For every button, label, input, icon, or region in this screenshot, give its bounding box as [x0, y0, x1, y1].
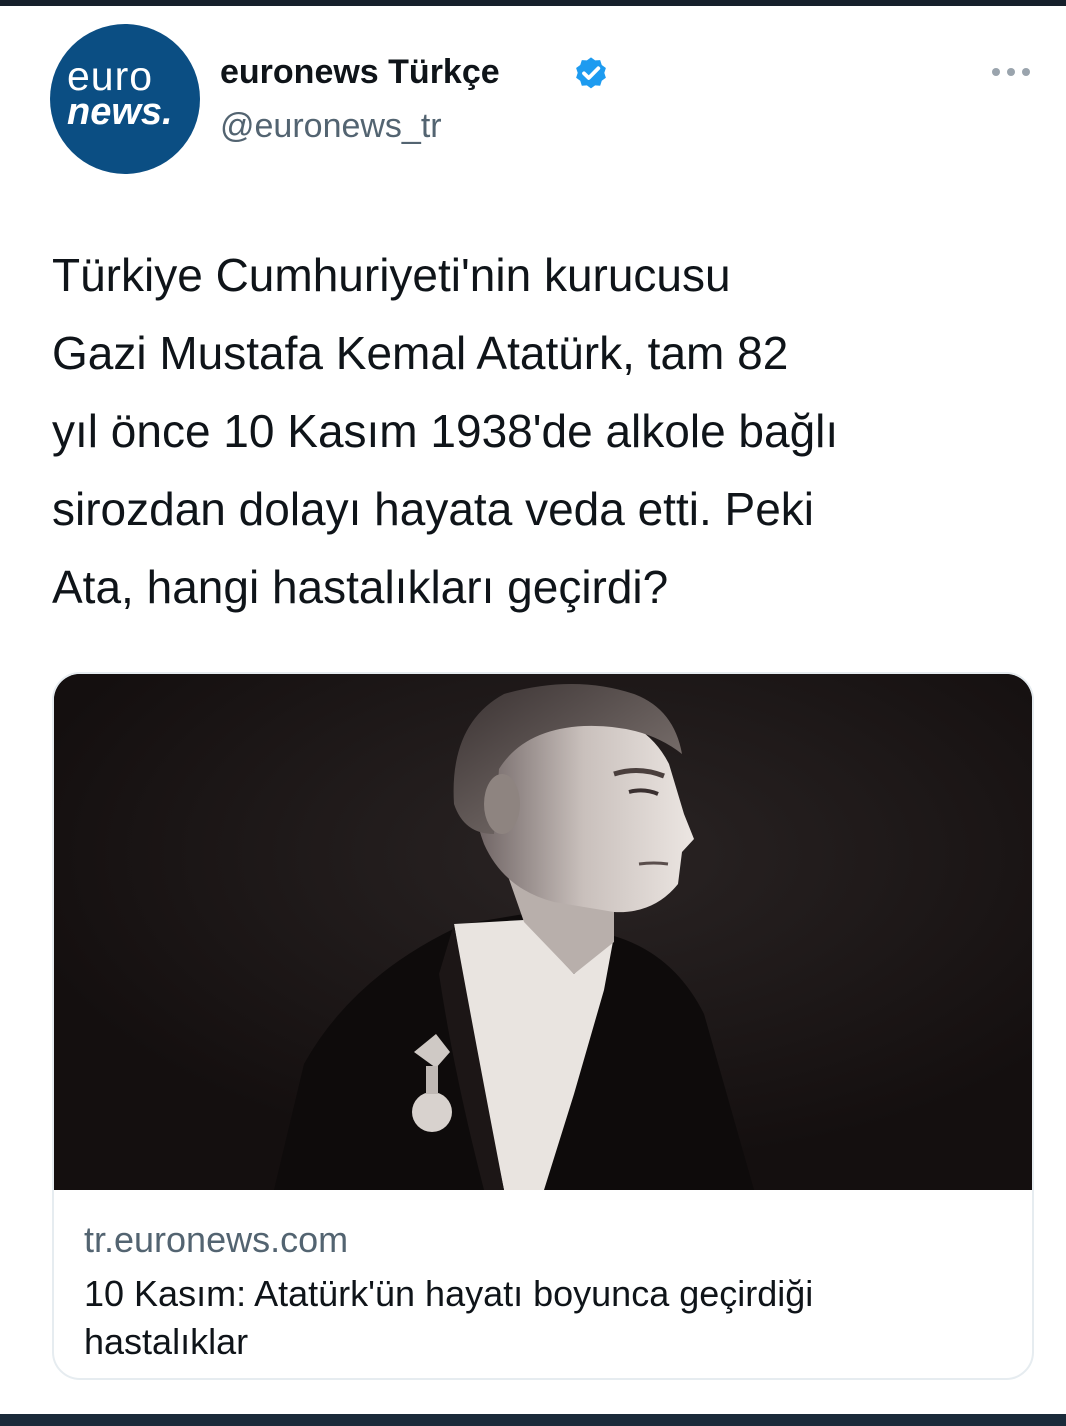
link-card-title: 10 Kasım: Atatürk'ün hayatı boyunca geçi…: [84, 1270, 1004, 1366]
avatar-logo-line2: news.: [67, 91, 173, 133]
tweet-text-line: Gazi Mustafa Kemal Atatürk, tam 82: [52, 327, 789, 379]
bottom-edge-strip: [0, 1414, 1066, 1426]
link-card-domain: tr.euronews.com: [84, 1219, 349, 1260]
more-horizontal-icon: [1022, 68, 1030, 76]
portrait-photo-image: [54, 674, 1032, 1190]
tweet-text-line: Türkiye Cumhuriyeti'nin kurucusu: [52, 249, 731, 301]
tweet-text-line: yıl önce 10 Kasım 1938'de alkole bağlı: [52, 405, 839, 457]
link-card-title-line: hastalıklar: [84, 1321, 249, 1362]
link-card-image[interactable]: [54, 674, 1032, 1190]
avatar[interactable]: euro news.: [50, 24, 200, 174]
link-preview-card[interactable]: tr.euronews.com 10 Kasım: Atatürk'ün hay…: [52, 672, 1034, 1380]
tweet-text: Türkiye Cumhuriyeti'nin kurucusu Gazi Mu…: [52, 236, 1042, 626]
more-horizontal-icon: [1007, 68, 1015, 76]
display-name[interactable]: euronews Türkçe: [220, 52, 500, 92]
more-options-button[interactable]: [990, 58, 1034, 88]
user-handle[interactable]: @euronews_tr: [220, 106, 442, 146]
tweet: euro news. euronews Türkçe @euronews_tr …: [0, 6, 1066, 1414]
link-card-title-line: 10 Kasım: Atatürk'ün hayatı boyunca geçi…: [84, 1273, 814, 1314]
more-horizontal-icon: [992, 68, 1000, 76]
tweet-text-line: sirozdan dolayı hayata veda etti. Peki: [52, 483, 815, 535]
avatar-logo-line1: euro: [67, 53, 154, 99]
tweet-text-line: Ata, hangi hastalıkları geçirdi?: [52, 561, 669, 613]
verified-badge-icon: [576, 57, 606, 89]
